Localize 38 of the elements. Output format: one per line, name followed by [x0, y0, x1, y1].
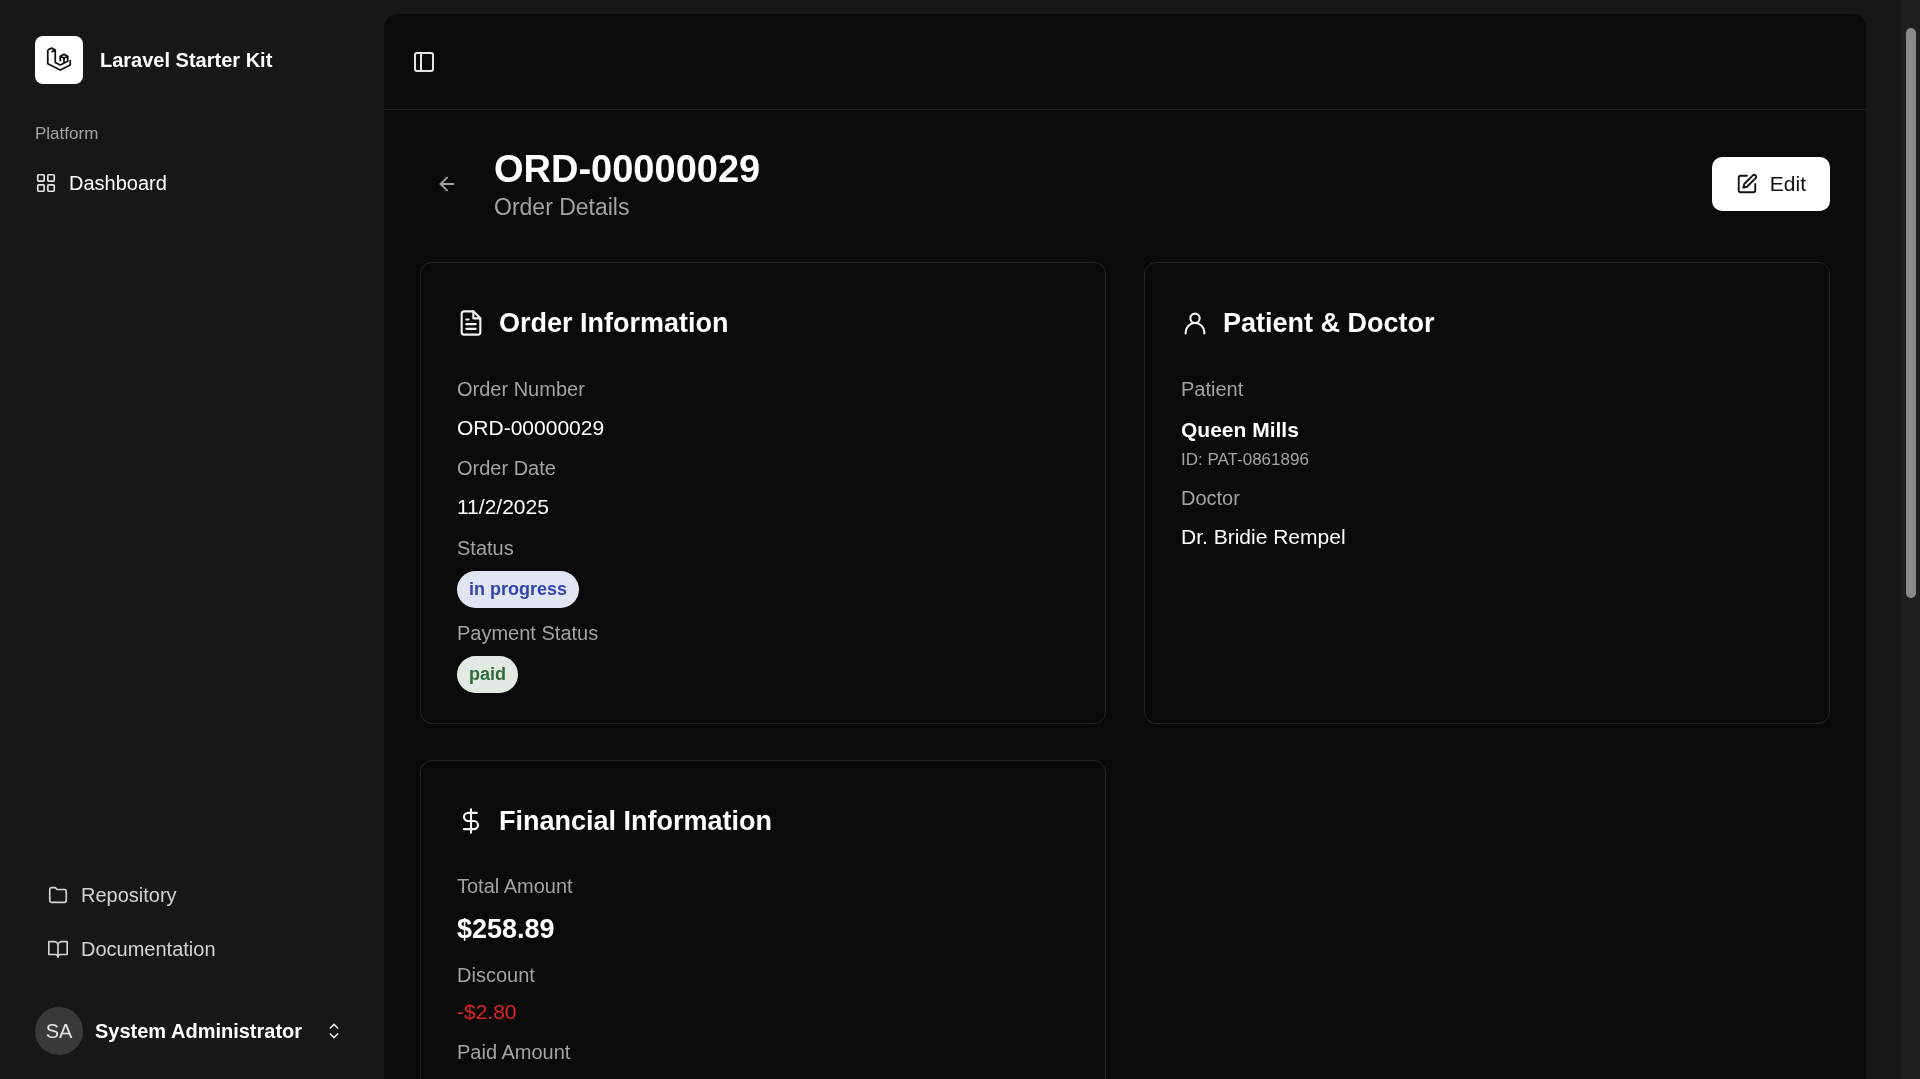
- card-title: Patient & Doctor: [1223, 307, 1435, 340]
- status-badge: in progress: [457, 570, 580, 608]
- app-name: Laravel Starter Kit: [100, 48, 273, 73]
- user-menu[interactable]: SA System Administrator: [35, 1007, 349, 1055]
- field-value: ORD-00000029: [457, 414, 605, 441]
- card-title: Financial Information: [499, 804, 773, 838]
- card-title: Order Information: [499, 307, 729, 340]
- field-value: 11/2/2025: [457, 494, 549, 520]
- footer-link[interactable]: Repository: [47, 875, 177, 915]
- field-value: Dr. Bridie Rempel: [1181, 523, 1346, 550]
- status-badge: paid: [457, 655, 518, 693]
- field-label: Status: [457, 535, 514, 561]
- footer-link[interactable]: Documentation: [47, 929, 216, 969]
- edit-button[interactable]: Edit: [1711, 157, 1830, 211]
- field-label: Discount: [457, 962, 535, 988]
- field-value: Queen Mills: [1181, 416, 1299, 443]
- amount-value: $258.89: [457, 913, 555, 946]
- book-icon: [47, 938, 69, 960]
- discount-value: -$2.80: [457, 998, 517, 1025]
- field-label: Order Date: [457, 456, 556, 481]
- field-label: Paid Amount: [457, 1040, 571, 1065]
- app-logo[interactable]: [35, 36, 83, 84]
- page-subtitle: Order Details: [494, 193, 631, 222]
- scrollbar-thumb[interactable]: [1905, 28, 1916, 598]
- field-label: Patient: [1181, 376, 1244, 402]
- nav-group-label: Platform: [35, 123, 99, 145]
- avatar: SA: [35, 1007, 83, 1055]
- edit-icon: [1735, 173, 1758, 195]
- page-title: ORD-00000029: [494, 147, 761, 192]
- sidebar-toggle-icon[interactable]: [412, 49, 436, 74]
- field-label: Total Amount: [457, 874, 573, 899]
- field-label: Doctor: [1181, 485, 1240, 511]
- field-label: Payment Status: [457, 620, 599, 646]
- nav-item[interactable]: Dashboard: [35, 162, 167, 203]
- grid-icon: [35, 171, 57, 194]
- patient-id: ID: PAT-0861896: [1181, 449, 1309, 471]
- folder-icon: [47, 884, 69, 906]
- field-label: Order Number: [457, 376, 585, 402]
